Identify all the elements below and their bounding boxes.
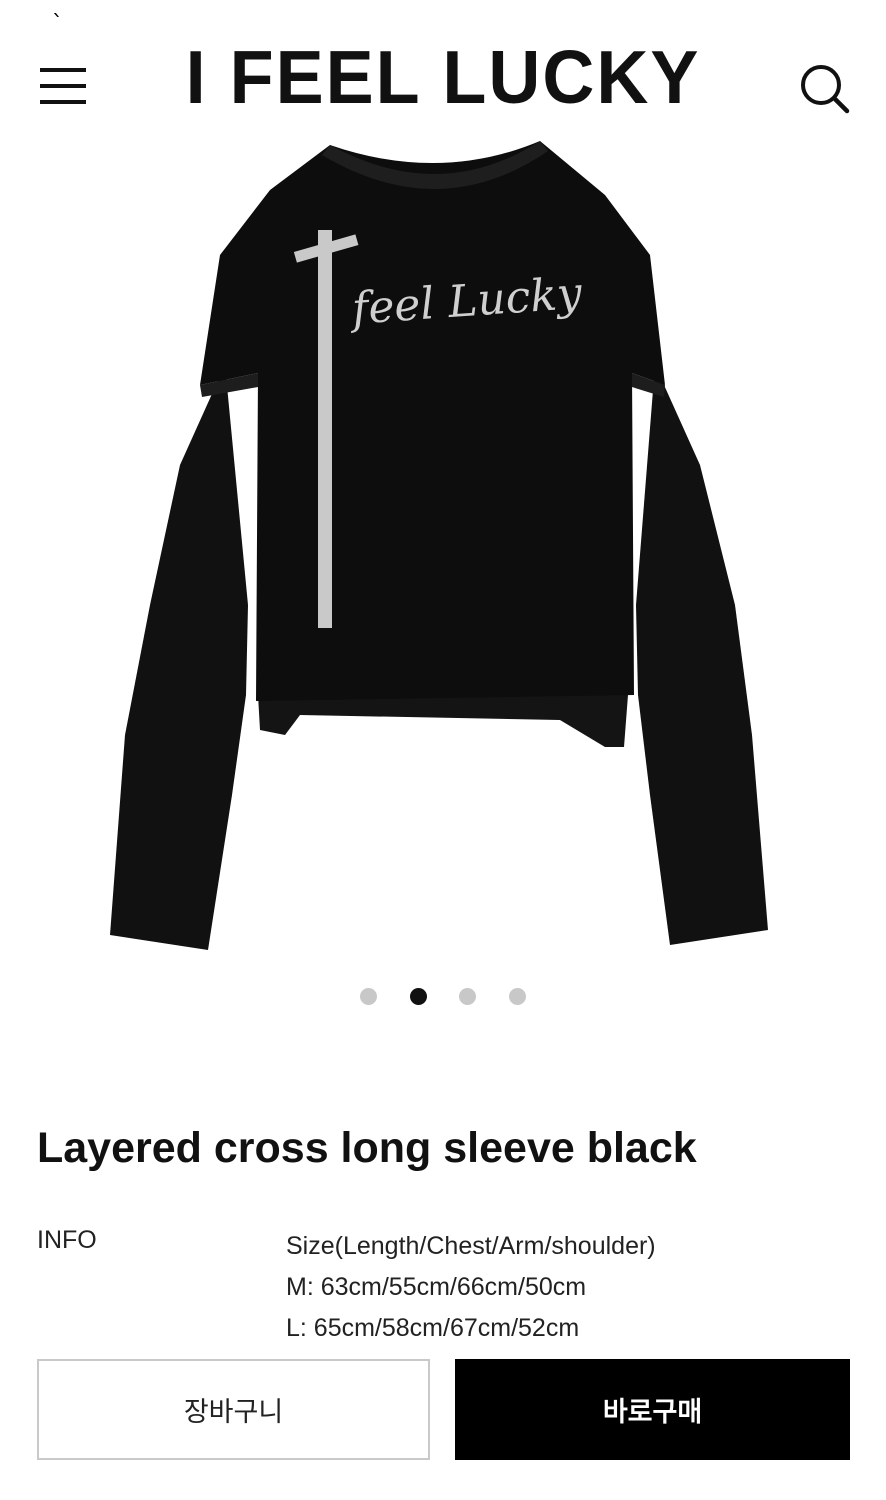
- left-sleeve: [110, 365, 248, 950]
- site-header: I FEEL LUCKY: [0, 0, 886, 135]
- info-line-size-l: L: 65cm/58cm/67cm/52cm: [286, 1314, 580, 1342]
- brand-logo[interactable]: I FEEL LUCKY: [0, 36, 886, 120]
- info-details: Size(Length/Chest/Arm/shoulder) M: 63cm/…: [286, 1226, 656, 1349]
- info-line-size-header: Size(Length/Chest/Arm/shoulder): [286, 1232, 656, 1260]
- product-title: Layered cross long sleeve black: [37, 1124, 697, 1172]
- buy-now-button[interactable]: 바로구매: [455, 1359, 850, 1460]
- shirt-body: [200, 141, 665, 701]
- shirt-illustration: feel Lucky: [110, 141, 768, 950]
- info-label: INFO: [37, 1226, 97, 1254]
- search-icon[interactable]: [800, 64, 850, 114]
- carousel-dot-active[interactable]: [410, 988, 427, 1005]
- carousel-dot[interactable]: [360, 988, 377, 1005]
- right-sleeve: [636, 365, 768, 945]
- product-image[interactable]: feel Lucky: [0, 135, 886, 955]
- info-line-size-m: M: 63cm/55cm/66cm/50cm: [286, 1273, 587, 1301]
- add-to-cart-button[interactable]: 장바구니: [37, 1359, 430, 1460]
- carousel-dot[interactable]: [459, 988, 476, 1005]
- cross-print-vertical: [318, 230, 332, 628]
- under-hem: [258, 695, 628, 747]
- carousel-dot[interactable]: [509, 988, 526, 1005]
- carousel-dots: [0, 988, 886, 1006]
